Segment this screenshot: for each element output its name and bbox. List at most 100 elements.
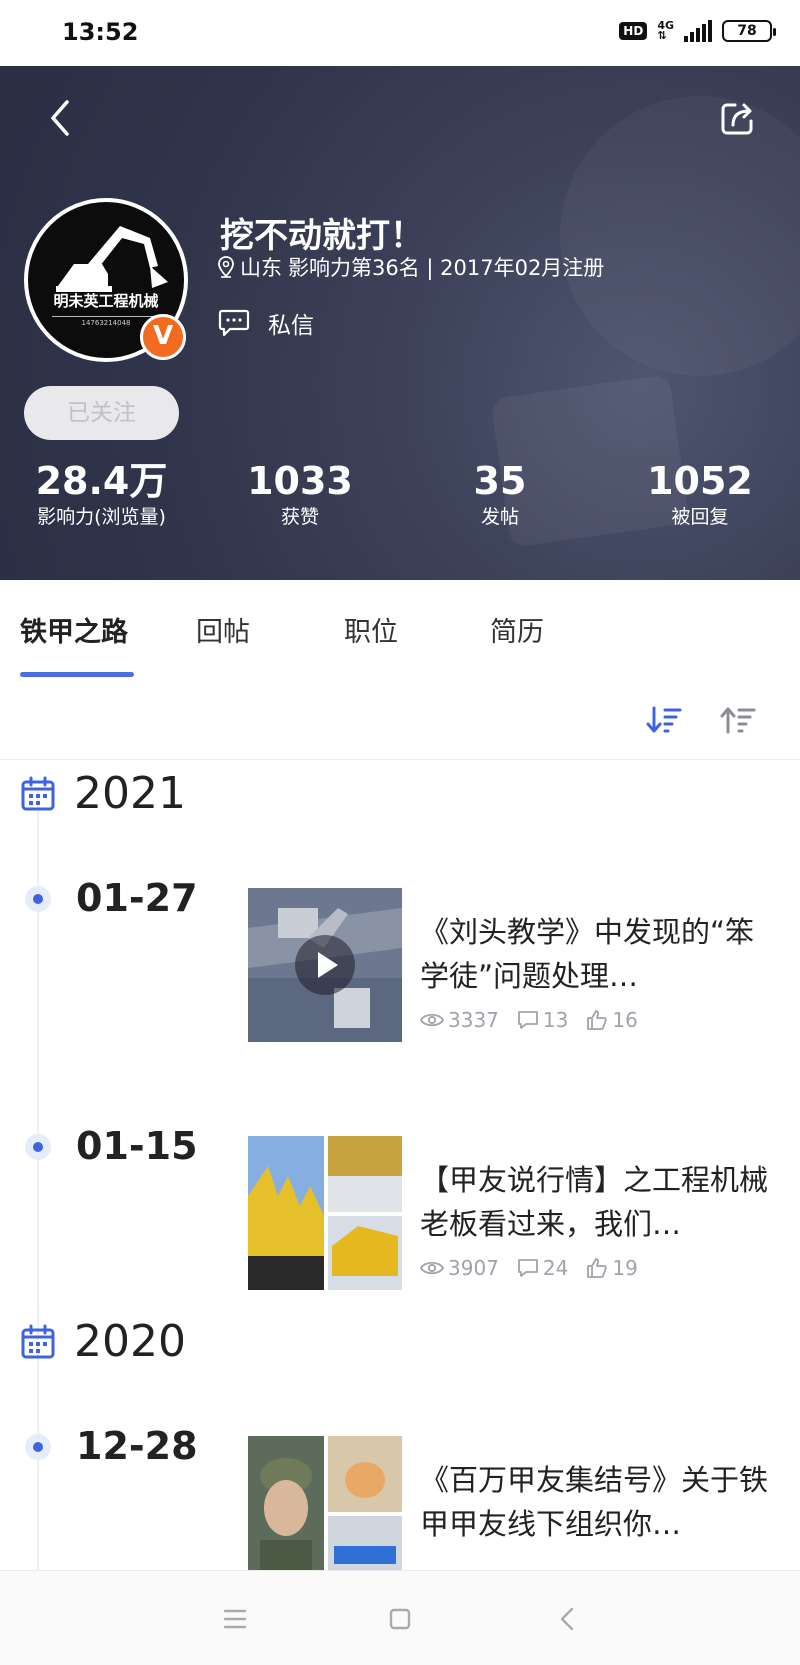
post-date: 01-27	[76, 876, 198, 920]
thumbs-up-icon	[587, 1258, 608, 1278]
view-count: 3907	[420, 1256, 499, 1280]
status-time: 13:52	[62, 18, 139, 46]
post-stats: 3907 24 19	[420, 1256, 638, 1280]
image-grid-thumbnail	[248, 1436, 402, 1570]
back-chevron-icon	[560, 1607, 574, 1631]
comment-count: 13	[517, 1008, 568, 1032]
like-count: 19	[586, 1256, 638, 1280]
comment-count: 24	[517, 1256, 568, 1280]
home-nav-button[interactable]	[380, 1599, 420, 1639]
menu-icon	[223, 1609, 247, 1629]
tab-jobs[interactable]: 职位	[344, 610, 398, 649]
stat-label: 被回复	[671, 506, 729, 528]
location-pin-icon	[218, 256, 234, 278]
stat-value: 1052	[647, 459, 753, 503]
share-button[interactable]	[716, 96, 760, 140]
sort-bar	[0, 680, 800, 760]
like-count-value: 19	[612, 1256, 638, 1280]
timeline-dot	[25, 886, 51, 912]
comment-icon	[518, 1259, 538, 1277]
post-thumbnail	[248, 888, 402, 1042]
tab-resume[interactable]: 简历	[490, 610, 544, 649]
year-heading: 2021	[20, 768, 186, 819]
eye-icon	[420, 1013, 444, 1027]
post-card[interactable]: 《百万甲友集结号》关于铁甲甲友线下组织你…	[248, 1436, 778, 1570]
avatar-brand-text: 明未英工程机械	[53, 292, 159, 310]
back-arrow-icon	[51, 100, 69, 136]
image-grid-thumbnail	[248, 1136, 402, 1290]
signal-icon	[684, 20, 712, 42]
private-message-button[interactable]: 私信	[218, 306, 314, 340]
profile-meta: 山东 影响力第36名 | 2017年02月注册	[218, 252, 604, 282]
tab-replies[interactable]: 回帖	[196, 610, 250, 649]
post-title: 【甲友说行情】之工程机械老板看过来，我们…	[420, 1163, 769, 1241]
battery-level: 78	[737, 23, 757, 39]
profile-location: 山东	[240, 256, 282, 280]
stat-posts[interactable]: 35 发帖	[440, 458, 560, 530]
hd-icon: HD	[619, 22, 648, 40]
stat-replies[interactable]: 1052 被回复	[640, 458, 760, 530]
follow-button[interactable]: 已关注	[24, 386, 179, 440]
post-thumbnail	[248, 1436, 402, 1570]
stat-label: 获赞	[280, 506, 319, 528]
post-card[interactable]: 《刘头教学》中发现的“笨学徒”问题处理… 3337 13 16	[248, 888, 778, 1048]
year-label: 2021	[74, 768, 186, 819]
back-nav-button[interactable]	[548, 1599, 588, 1639]
back-button[interactable]	[40, 96, 80, 140]
year-heading: 2020	[20, 1316, 186, 1367]
post-date: 01-15	[76, 1124, 198, 1168]
header-decoration	[560, 96, 800, 376]
profile-header: 明未英工程机械 14763214048 V 挖不动就打！ 山东 影响力第36名 …	[0, 66, 800, 580]
tab-bar: 铁甲之路 回帖 职位 简历	[0, 580, 800, 680]
profile-stats: 28.4万 影响力(浏览量) 1033 获赞 35 发帖 1052 被回复	[0, 458, 800, 548]
stat-value: 28.4万	[35, 459, 168, 503]
eye-icon	[420, 1261, 444, 1275]
profile-name: 挖不动就打！	[220, 216, 424, 256]
excavator-logo-icon	[56, 226, 168, 292]
status-icons: HD 4G ⇅ 78	[619, 20, 776, 42]
stat-value: 35	[473, 459, 527, 503]
post-title: 《百万甲友集结号》关于铁甲甲友线下组织你…	[420, 1463, 769, 1541]
thumbs-up-icon	[587, 1010, 608, 1030]
verified-badge: V	[140, 314, 186, 360]
timeline-dot	[25, 1134, 51, 1160]
video-thumbnail-image	[248, 888, 402, 1042]
comment-icon	[518, 1011, 538, 1029]
comment-count-value: 24	[542, 1256, 569, 1280]
sort-descending-icon	[646, 706, 682, 733]
tab-ironarmor-road[interactable]: 铁甲之路	[20, 610, 128, 649]
calendar-icon	[21, 776, 55, 810]
sort-descending-button[interactable]	[644, 700, 684, 740]
calendar-icon	[21, 1324, 55, 1358]
message-icon	[218, 309, 250, 337]
stat-influence[interactable]: 28.4万 影响力(浏览量)	[24, 458, 179, 530]
view-count: 3337	[420, 1008, 499, 1032]
post-card[interactable]: 【甲友说行情】之工程机械老板看过来，我们… 3907 24 19	[248, 1136, 778, 1296]
post-stats: 3337 13 16	[420, 1008, 638, 1032]
view-count-value: 3337	[448, 1008, 499, 1032]
like-count: 16	[586, 1008, 638, 1032]
system-nav-bar	[0, 1570, 800, 1665]
stat-label: 影响力(浏览量)	[37, 506, 166, 528]
post-date: 12-28	[76, 1424, 198, 1468]
share-icon	[721, 103, 753, 135]
post-title: 《刘头教学》中发现的“笨学徒”问题处理…	[420, 915, 755, 993]
battery-icon: 78	[722, 20, 776, 42]
stat-likes[interactable]: 1033 获赞	[240, 458, 360, 530]
data-arrows-icon: ⇅	[657, 29, 667, 42]
stat-label: 发帖	[480, 506, 519, 528]
home-square-icon	[389, 1608, 411, 1630]
active-tab-indicator	[20, 672, 134, 677]
stat-value: 1033	[247, 459, 353, 503]
network-indicator: 4G ⇅	[657, 20, 674, 42]
like-count-value: 16	[612, 1008, 638, 1032]
view-count-value: 3907	[448, 1256, 499, 1280]
private-message-label: 私信	[268, 313, 314, 339]
sort-ascending-icon	[720, 707, 756, 734]
sort-ascending-button[interactable]	[718, 700, 758, 740]
status-bar: 13:52 HD 4G ⇅ 78	[0, 0, 800, 66]
timeline-dot	[25, 1434, 51, 1460]
post-thumbnail	[248, 1136, 402, 1290]
profile-rank-registration: 影响力第36名 | 2017年02月注册	[288, 256, 605, 280]
menu-nav-button[interactable]	[215, 1599, 255, 1639]
